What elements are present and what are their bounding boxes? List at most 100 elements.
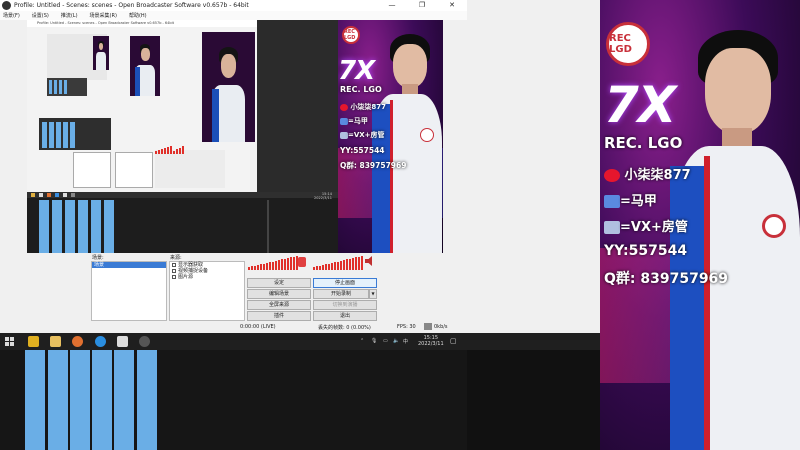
meter-segment [251,266,253,270]
tray-clock[interactable]: 15:15 2022/3/11 [418,335,444,347]
mic-icon[interactable] [298,257,306,267]
meter-segment [340,260,342,270]
poster-team: REC. LGO [340,85,382,94]
meter-segment [257,264,259,270]
meter-segment [248,267,250,270]
nested-window-title: Profile: Untitled - Scenes: scenes - Ope… [27,20,257,27]
plugins-button[interactable]: 插件 [247,311,311,321]
poster-qq: Q群: 839757969 [340,161,407,170]
nested-meter [155,146,184,154]
nested-source-list [115,152,153,188]
tray-mic-icon[interactable]: 🎙 [371,338,377,344]
browser-g-icon[interactable] [72,336,83,347]
meter-segment [260,264,262,270]
poster-qq-large: Q群: 839757969 [604,271,729,287]
stream-time: 0:00:00 (LIVE) [240,324,276,330]
scene-item[interactable]: 场景 [92,262,166,268]
meter-segment [293,256,295,270]
file-explorer-icon[interactable] [50,336,61,347]
poster-weibo: 小柒柒877 [340,102,386,112]
speaker-icon[interactable] [365,256,372,266]
app-window-icon[interactable] [117,336,128,347]
tray-volume-icon[interactable]: 🔈 [393,338,399,344]
edit-scene-button[interactable]: 编辑场景 [247,289,311,299]
poster-yy-large: YY:557544 [604,243,688,259]
sources-label: 来源: [170,255,182,261]
menu-item-stream[interactable]: 推流(L) [61,12,78,19]
fullscreen-source-button[interactable]: 全屏来源 [247,300,311,310]
meter-segment [346,259,348,270]
stream-preview[interactable]: Profile: Untitled - Scenes: scenes - Ope… [27,20,443,253]
nested-obs-window: Profile: Untitled - Scenes: scenes - Ope… [27,20,257,192]
windows-start-icon[interactable] [5,337,14,346]
close-button[interactable]: ✕ [437,0,467,11]
rocket-icon [604,195,620,208]
menu-item-scene-capture[interactable]: 场景采集(R) [90,12,117,19]
checkbox[interactable] [172,263,176,267]
maximize-button[interactable]: ❐ [407,0,437,11]
nested-clock: 15:14 2022/3/11 [314,192,332,200]
nested-poster-medium [202,32,255,142]
obs-window: Profile: Untitled - Scenes: scenes - Ope… [0,0,467,333]
stop-preview-button[interactable]: 停止画面 [313,278,377,288]
nested-desktop: 15:14 2022/3/11 [27,192,338,253]
nested-taskbar [27,192,338,198]
poster-big-text-large: 7X [604,76,676,134]
studio-mode-button[interactable]: 切换到演播 [313,300,377,310]
tray-chevron-icon[interactable]: ⌃ [360,338,364,344]
dropped-frames: 丢失的帧数: 0 (0.00%) [318,325,371,331]
fps-readout: FPS: 30 [397,324,416,330]
desktop-area [0,350,467,450]
team-logo-large: REC LGD [606,22,650,66]
desktop-bar [92,350,112,450]
scenes-list[interactable]: 场景 [91,261,167,321]
obs-taskbar-icon[interactable] [139,336,150,347]
settings-button[interactable]: 设定 [247,278,311,288]
preview-poster: REC LGD 7X REC. LGO 小柒柒877 =马甲 =VX+房管 YY… [338,20,443,253]
desktop-volume-meter[interactable] [248,256,298,270]
menu-item-file[interactable]: 场景(F) [3,12,20,19]
nested-poster-small [130,36,160,96]
checkbox[interactable] [172,275,176,279]
minimize-button[interactable]: — [377,0,407,11]
notification-icon[interactable]: ▢ [450,337,457,345]
record-dropdown-button[interactable]: ▼ [369,289,377,299]
scenes-label: 场景: [92,255,104,261]
meter-segment [275,260,277,270]
nested-bars-2 [42,122,75,148]
poster-yy: YY:557544 [340,146,385,155]
menu-item-help[interactable]: 帮助(H) [129,12,147,19]
desktop-bar [25,350,45,450]
desktop-bar [114,350,134,450]
sources-list[interactable]: 显示器获取 视频捕捉设备 图片源 [169,261,245,321]
poster-alt: =马甲 [340,116,368,126]
tray-network-icon[interactable]: ▭ [383,338,388,344]
exit-button[interactable]: 退出 [313,311,377,321]
menu-bar: 场景(F) 设置(S) 推流(L) 场景采集(R) 帮助(H) [0,11,467,20]
edge-icon[interactable] [95,336,106,347]
nested-controls [155,150,225,188]
meter-segment [322,264,324,270]
meter-segment [272,261,274,270]
poster-vx: =VX+房管 [340,130,385,140]
nested-bars-1 [49,80,67,94]
tray-language[interactable]: 中 [403,338,408,345]
meter-segment [337,261,339,270]
obs-app-icon [2,1,11,10]
poster-vx-large: =VX+房管 [604,216,688,235]
bitrate-readout: 0kb/s [434,324,448,330]
meter-segment [263,263,265,270]
source-item-image[interactable]: 图片源 [170,274,244,280]
screen: Profile: Untitled - Scenes: scenes - Ope… [0,0,800,450]
mic-volume-meter[interactable] [313,256,363,270]
start-record-button[interactable]: 开始录制 [313,289,369,299]
poster-alt-large: =马甲 [604,190,657,209]
checkbox[interactable] [172,269,176,273]
plane-icon [604,221,620,234]
menu-item-settings[interactable]: 设置(S) [32,12,49,19]
meter-segment [281,259,283,270]
yy-app-icon[interactable] [28,336,39,347]
meter-segment [334,262,336,270]
meter-segment [328,263,330,270]
meter-segment [278,260,280,270]
